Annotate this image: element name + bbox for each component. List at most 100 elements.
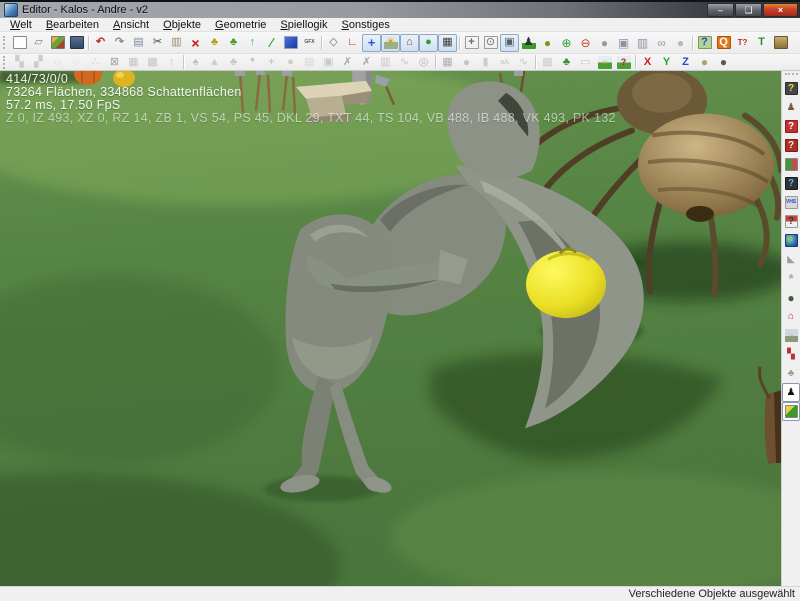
pick-tool-button[interactable]: +	[262, 55, 281, 69]
spline-tool-button[interactable]: ∿	[395, 55, 414, 69]
wireframe-cube-button[interactable]: ◇	[324, 34, 343, 52]
minimap-button[interactable]	[782, 402, 800, 421]
lasso-b-button[interactable]: ◌	[67, 55, 86, 69]
scatter-small-button[interactable]: ∴	[86, 55, 105, 69]
copy-button[interactable]: ▤	[129, 34, 148, 52]
move-mode-button[interactable]: +	[362, 34, 381, 52]
open-mesh-button[interactable]: ▱	[29, 34, 48, 52]
gfx-options-button[interactable]: GFX	[300, 34, 319, 52]
tree-entity-a-button[interactable]: ♣	[205, 34, 224, 52]
curve-tool-button[interactable]: ∿	[514, 55, 533, 69]
flag-query-button[interactable]: ?	[782, 212, 800, 231]
menu-sonstiges[interactable]: Sonstiges	[335, 19, 397, 31]
sphere-gray-button[interactable]: ●	[595, 34, 614, 52]
viewport-3d[interactable]: 414/73/0/0 73264 Flächen, 334868 Schatte…	[0, 71, 781, 586]
checker-texture-button[interactable]: ▩	[538, 55, 557, 69]
text-query-button[interactable]: T?	[733, 34, 752, 52]
select-add-button[interactable]: +	[462, 34, 481, 52]
delete-button[interactable]: ×	[186, 34, 205, 52]
walker-mode-button[interactable]: ♟	[782, 383, 800, 402]
person-query-button[interactable]: ♟	[782, 98, 800, 117]
scatter-select-a-button[interactable]: ▚	[10, 55, 29, 69]
hills-query-button[interactable]: ?	[614, 55, 633, 69]
tree-tool-button[interactable]: ♣	[224, 55, 243, 69]
hills-sun-button[interactable]: ☼	[595, 55, 614, 69]
leaf-tool-button[interactable]: ♠	[186, 55, 205, 69]
menu-geometrie[interactable]: Geometrie	[208, 19, 273, 31]
moss-sphere-button[interactable]: ●	[782, 288, 800, 307]
monolith-query-button[interactable]: ?	[782, 174, 800, 193]
rock-tool-button[interactable]: ●	[281, 55, 300, 69]
blue-panel-button[interactable]	[281, 34, 300, 52]
scatter-select-b-button[interactable]: ▞	[29, 55, 48, 69]
cut-button[interactable]: ✂	[148, 34, 167, 52]
menu-ansicht[interactable]: Ansicht	[106, 19, 156, 31]
grid-light-button[interactable]: ▤	[300, 55, 319, 69]
grid-solid-button[interactable]: ▦	[438, 55, 457, 69]
ball-dark-button[interactable]: ●	[714, 55, 733, 69]
globe-button[interactable]	[782, 231, 800, 250]
tree-entity-b-button[interactable]: ♣	[224, 34, 243, 52]
mountain-tool-button[interactable]: ▲	[205, 55, 224, 69]
basket-query-button[interactable]: ?	[695, 34, 714, 52]
save-button[interactable]	[67, 34, 86, 52]
sphere-pair-button[interactable]: ∞	[652, 34, 671, 52]
ball-tan-button[interactable]: ●	[695, 55, 714, 69]
photo-frame-button[interactable]: ▣	[319, 55, 338, 69]
terrain-view-button[interactable]: ☀	[381, 34, 400, 52]
menu-spiellogik[interactable]: Spiellogik	[273, 19, 334, 31]
grid-dense-button[interactable]: ▦	[124, 55, 143, 69]
paint-mode-button[interactable]: ●	[419, 34, 438, 52]
menu-objekte[interactable]: Objekte	[156, 19, 208, 31]
align-y-button[interactable]: Y	[657, 55, 676, 69]
id-text-button[interactable]: aA	[495, 55, 514, 69]
align-z-button[interactable]: Z	[676, 55, 695, 69]
tree-raise-button[interactable]: ♣	[557, 55, 576, 69]
paste-button[interactable]: ▥	[167, 34, 186, 52]
delete-mesh-b-button[interactable]: ✗	[357, 55, 376, 69]
lasso-a-button[interactable]: ◌	[48, 55, 67, 69]
sphere-remove-button[interactable]: ⊖	[576, 34, 595, 52]
slope-tool-button[interactable]: ◣	[782, 250, 800, 269]
apple-query-b-button[interactable]: ?	[782, 136, 800, 155]
draw-path-button[interactable]: ∕	[262, 34, 281, 52]
chest-button[interactable]	[771, 34, 790, 52]
close-button[interactable]: ×	[763, 3, 798, 17]
fence-tool-button[interactable]: ▥	[376, 55, 395, 69]
delete-mesh-a-button[interactable]: ✗	[338, 55, 357, 69]
raise-object-button[interactable]: ↑	[243, 34, 262, 52]
hand-cards-button[interactable]	[782, 155, 800, 174]
cylinder-button[interactable]: ▮	[476, 55, 495, 69]
show-grid-button[interactable]: ▦	[438, 34, 457, 52]
quest-editor-button[interactable]: Q	[714, 34, 733, 52]
flower-tool-button[interactable]: *	[243, 55, 262, 69]
grid-dots-button[interactable]: ▩	[143, 55, 162, 69]
redo-button[interactable]: ↷	[110, 34, 129, 52]
sphere-add-button[interactable]: ⊕	[557, 34, 576, 52]
stamp-tool-button[interactable]: ▭	[576, 55, 595, 69]
door-delete-button[interactable]: ⊠	[105, 55, 124, 69]
apple-query-a-button[interactable]: ?	[782, 117, 800, 136]
minimize-button[interactable]: –	[707, 3, 734, 17]
sphere-dim-button[interactable]: ●	[671, 34, 690, 52]
walk-mode-button[interactable]: ♟	[519, 34, 538, 52]
vhs-sphere-button[interactable]: VHS	[782, 193, 800, 212]
textured-cube-button[interactable]	[48, 34, 67, 52]
align-x-button[interactable]: X	[638, 55, 657, 69]
binoculars-button[interactable]: ◎	[414, 55, 433, 69]
select-circle-button[interactable]: ⊙	[481, 34, 500, 52]
menu-welt[interactable]: Welt	[3, 19, 39, 31]
sphere-olive-button[interactable]: ●	[538, 34, 557, 52]
fuzz-ball-button[interactable]: *	[782, 269, 800, 288]
trees-gray-button[interactable]: ♣	[782, 364, 800, 383]
show-houses-button[interactable]: ⌂	[400, 34, 419, 52]
house-object-button[interactable]: ⌂	[782, 307, 800, 326]
maximize-button[interactable]: ❑	[735, 3, 762, 17]
info-sphere-button[interactable]: ?	[782, 79, 800, 98]
text-check-button[interactable]: T	[752, 34, 771, 52]
sphere-monitors-button[interactable]: ▥	[633, 34, 652, 52]
title-bar[interactable]: Editor - Kalos - Andre - v2 – ❑ ×	[0, 0, 800, 18]
landscape-sun-button[interactable]: ☼	[782, 326, 800, 345]
select-box-button[interactable]: ▣	[500, 34, 519, 52]
puzzle-red-button[interactable]: ▚	[782, 345, 800, 364]
